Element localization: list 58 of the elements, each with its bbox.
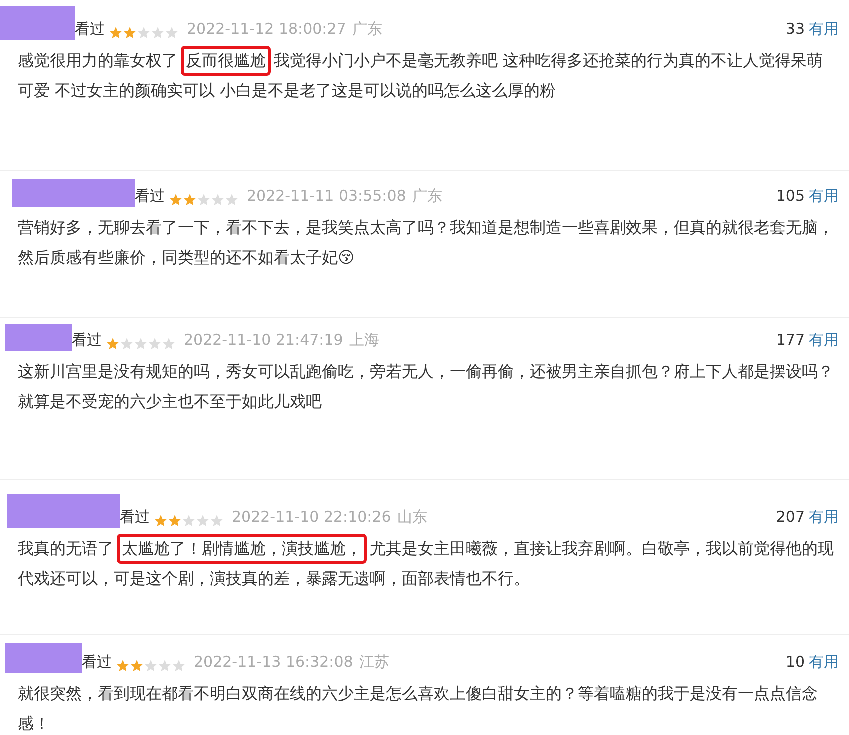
star-icon [120,337,134,351]
review-time: 2022-11-13 16:32:08 [194,652,354,672]
star-icon [182,514,196,528]
review-location: 江苏 [359,652,390,672]
star-icon [196,514,210,528]
star-icon [144,659,158,673]
star-icon [168,514,182,528]
review-text: 就很突然，看到现在都看不明白双商在线的六少主是怎么喜欢上傻白甜女主的？等着嗑糖的我于是没有一点点信念感！ [17,683,819,735]
review-location: 广东 [352,18,382,40]
redaction-block [5,324,72,351]
star-icon [225,193,239,207]
useful-link[interactable]: 有用 [809,506,839,528]
useful-link[interactable]: 有用 [809,328,839,351]
review-text: 这新川宫里是没有规矩的吗，秀女可以乱跑偷吃，旁若无人，一偷再偷，还被男主亲自抓包？府上下人都是摆设吗？就算是不受宠的六少主也不至于如此儿戏吧 [17,361,835,413]
star-icon [158,659,172,673]
vote-count: 105 [776,186,805,206]
review-time: 2022-11-10 21:47:19 [184,330,344,350]
star-icon [130,659,144,673]
review-time: 2022-11-12 18:00:27 [187,18,346,40]
review-text: 我真的无语了 太尴尬了！剧情尴尬，演技尴尬， 尤其是女主田曦薇，直接让我弃剧啊。白敬亭，我以前觉得他的现代戏还可以，可是这个剧，演技真的差，暴露无遗啊，面部表情也不行。 [0,534,849,594]
star-icon [169,193,183,207]
star-icon [123,26,137,40]
useful-link[interactable]: 有用 [809,650,839,673]
review-text: 感觉很用力的靠女权了 反而很尴尬 我觉得小门小户不是毫无教养吧 这种吃得多还抢菜的行为真的不让人觉得呆萌可爱 不过女主的颜确实可以 小白是不是老了这是可以说的吗怎么这么厚的粉 [0,46,849,106]
watch-status: 看过 [120,506,150,528]
vote-count: 177 [776,330,805,350]
review-time: 2022-11-10 22:10:26 [232,506,392,528]
vote-count: 10 [786,652,805,672]
review-location: 山东 [397,506,428,528]
star-icon [109,26,123,40]
useful-link[interactable]: 有用 [809,18,839,40]
star-icon [165,26,179,40]
vote-count: 207 [776,506,805,528]
vote-count: 33 [786,18,805,40]
star-icon [148,337,162,351]
star-icon [116,659,130,673]
watch-status: 看过 [72,330,102,350]
star-icon [197,193,211,207]
highlight-frame: 太尴尬了！剧情尴尬，演技尴尬， [117,534,367,564]
review-location: 广东 [412,186,442,206]
star-icon [210,514,224,528]
watch-status: 看过 [75,18,105,40]
watch-status: 看过 [82,652,112,672]
watch-status: 看过 [135,186,165,206]
star-icon [183,193,197,207]
star-icon [162,337,176,351]
review-time: 2022-11-11 03:55:08 [247,186,406,206]
star-icon [211,193,225,207]
highlight-frame: 反而很尴尬 [181,46,271,76]
star-icon [106,337,120,351]
star-icon [137,26,151,40]
useful-link[interactable]: 有用 [809,184,839,207]
star-icon [151,26,165,40]
review-location: 上海 [349,330,380,350]
review-text: 营销好多，无聊去看了一下，看不下去，是我笑点太高了吗？我知道是想制造一些喜剧效果，但真的就很老套无脑，然后质感有些廉价，同类型的还不如看太子妃😚 [17,217,835,269]
star-icon [154,514,168,528]
star-icon [172,659,186,673]
star-icon [134,337,148,351]
